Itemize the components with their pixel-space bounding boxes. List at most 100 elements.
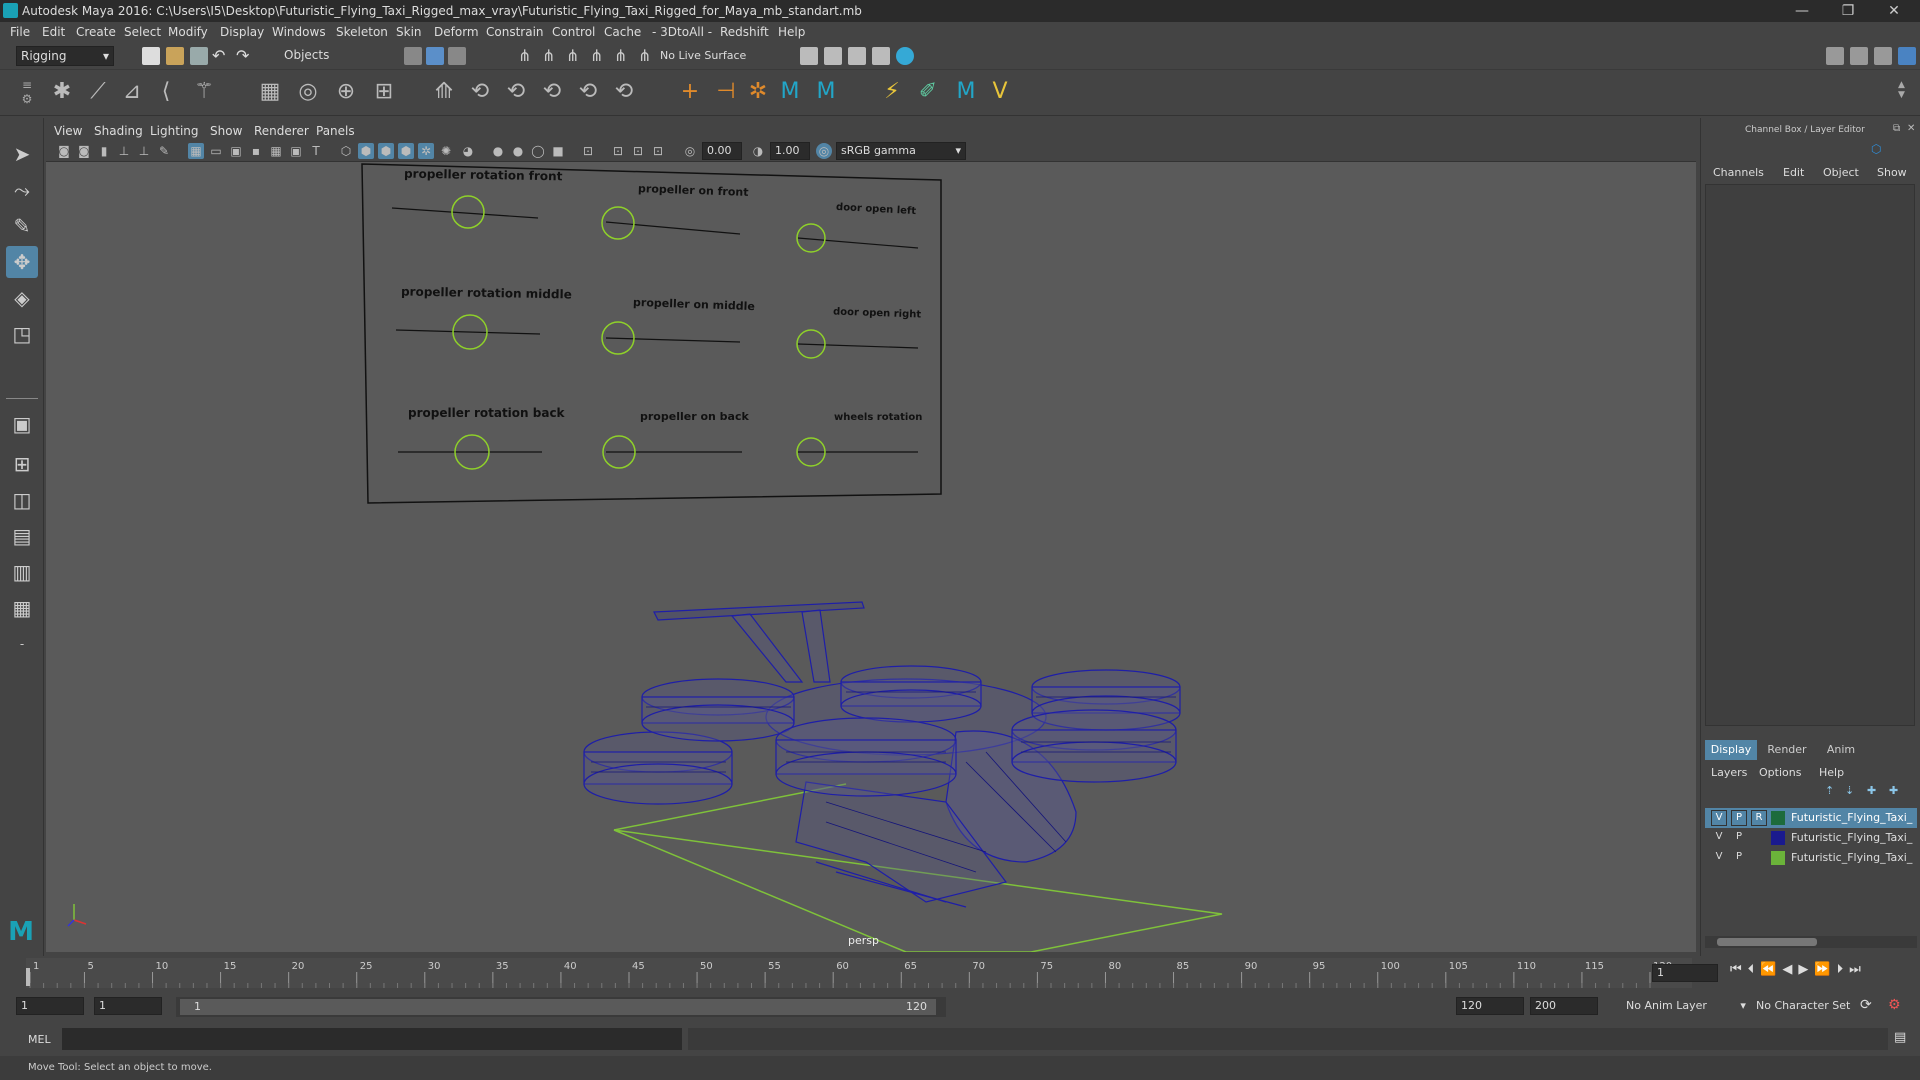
bind-skin-icon[interactable]: ⟰ xyxy=(430,78,458,106)
render-settings-icon[interactable] xyxy=(872,47,890,65)
channel-box-icon[interactable] xyxy=(1898,47,1916,65)
animation-end-field[interactable]: 200 xyxy=(1530,997,1598,1015)
channel-box-tab-object[interactable]: Object xyxy=(1823,166,1859,179)
layer-visibility-toggle[interactable]: V xyxy=(1711,850,1727,866)
perspective-viewport[interactable]: propeller rotation front propeller on fr… xyxy=(46,162,1696,952)
close-button[interactable]: ✕ xyxy=(1872,0,1916,22)
safe-action-icon[interactable]: ▣ xyxy=(288,143,304,159)
script-editor-icon[interactable]: ▤ xyxy=(1894,1030,1906,1045)
snap-view-icon[interactable]: ⋔ xyxy=(590,46,603,65)
wireframe-icon[interactable]: ⬡ xyxy=(338,143,354,159)
layer-menu-help[interactable]: Help xyxy=(1819,766,1844,779)
select-by-hierarchy-icon[interactable] xyxy=(404,47,422,65)
bookmark-icon[interactable]: ▮ xyxy=(96,143,112,159)
menu-skin[interactable]: Skin xyxy=(396,25,422,39)
menu-deform[interactable]: Deform xyxy=(434,25,479,39)
two-d-pan-zoom-icon[interactable]: ⊥ xyxy=(136,143,152,159)
channel-box-toggle-icon[interactable]: ⬡ xyxy=(1871,142,1881,156)
menu-file[interactable]: File xyxy=(10,25,30,39)
gate-mask-icon[interactable]: ▪ xyxy=(248,143,264,159)
selection-mode-dropdown[interactable]: Objects xyxy=(280,46,380,66)
insert-joint-icon[interactable]: ⟋ xyxy=(84,78,112,106)
layer-reference-toggle[interactable] xyxy=(1751,850,1767,866)
smooth-shade-icon[interactable]: ⬢ xyxy=(358,143,374,159)
nonlinear-deformer-icon[interactable]: ⊞ xyxy=(370,78,398,106)
character-set-dropdown[interactable]: No Character Set xyxy=(1756,999,1850,1012)
ik-handle-icon[interactable]: ⊿ xyxy=(118,78,146,106)
layer-scrollbar[interactable] xyxy=(1705,936,1917,948)
lasso-tool-icon[interactable]: ⤳ xyxy=(6,174,38,206)
flying-taxi-model[interactable] xyxy=(583,601,1181,908)
layer-tab-anim[interactable]: Anim xyxy=(1815,740,1867,760)
scale-tool-icon[interactable]: ◳ xyxy=(6,318,38,350)
paint-effects-icon[interactable]: ✐ xyxy=(914,78,942,106)
live-surface-label[interactable]: No Live Surface xyxy=(660,49,746,62)
color-management-icon[interactable]: ◎ xyxy=(816,143,832,159)
range-slider-handle[interactable] xyxy=(180,999,936,1015)
menu-select[interactable]: Select xyxy=(124,25,161,39)
menu-control[interactable]: Control xyxy=(552,25,595,39)
panel-menu-view[interactable]: View xyxy=(54,124,82,138)
layer-visibility-toggle[interactable]: V xyxy=(1711,810,1727,826)
open-scene-icon[interactable] xyxy=(166,47,184,65)
layer-visibility-toggle[interactable]: V xyxy=(1711,830,1727,846)
image-plane-icon[interactable]: ⊥ xyxy=(116,143,132,159)
select-by-component-icon[interactable] xyxy=(448,47,466,65)
layer-row[interactable]: V P Futuristic_Flying_Taxi_ xyxy=(1705,848,1917,868)
menu-modify[interactable]: Modify xyxy=(168,25,208,39)
backface-culling-icon[interactable]: ⊡ xyxy=(650,143,666,159)
isolate-select-icon[interactable]: ■ xyxy=(550,143,566,159)
wireframe-on-shaded-icon[interactable]: ⬢ xyxy=(378,143,394,159)
outliner-layout-icon[interactable]: ▤ xyxy=(6,520,38,552)
snap-curve-icon[interactable]: ⋔ xyxy=(542,46,555,65)
command-input[interactable] xyxy=(62,1028,682,1050)
layer-row[interactable]: V P R Futuristic_Flying_Taxi_ xyxy=(1705,808,1917,828)
select-camera-icon[interactable]: ◙ xyxy=(56,143,72,159)
step-back-key-icon[interactable]: ⏪ xyxy=(1760,962,1782,977)
motion-blur-icon[interactable]: ● xyxy=(490,143,506,159)
layer-name[interactable]: Futuristic_Flying_Taxi_ xyxy=(1791,851,1912,864)
joint-tool-icon[interactable]: ✱ xyxy=(48,78,76,106)
move-layer-down-icon[interactable]: ⇣ xyxy=(1845,784,1854,797)
xray-icon[interactable]: ⊡ xyxy=(580,143,596,159)
rotate-tool-icon[interactable]: ◈ xyxy=(6,282,38,314)
blendshape-icon[interactable]: ⚡ xyxy=(878,78,906,106)
screen-space-ao-icon[interactable]: ◕ xyxy=(460,143,476,159)
float-panel-icon[interactable]: ⧉ xyxy=(1893,123,1900,134)
time-slider-track[interactable]: 1 5 10 15 20 25 30 35 40 45 50 55 60 65 70 75 80 85 90 95 10… xyxy=(26,958,1692,988)
hypershade-icon[interactable] xyxy=(896,47,914,65)
channel-box-tab-edit[interactable]: Edit xyxy=(1783,166,1804,179)
anim-layer-dropdown[interactable]: No Anim Layer ▾ xyxy=(1626,999,1746,1012)
layer-playback-toggle[interactable]: P xyxy=(1731,810,1747,826)
render-view-icon[interactable] xyxy=(800,47,818,65)
paint-weights-icon[interactable]: ⟲ xyxy=(466,78,494,106)
time-slider[interactable]: 1 5 10 15 20 25 30 35 40 45 50 55 60 65 70 75 80 85 90 95 10… xyxy=(0,956,1920,990)
menu-display[interactable]: Display xyxy=(220,25,264,39)
menu-create[interactable]: Create xyxy=(76,25,116,39)
close-panel-icon[interactable]: ✕ xyxy=(1907,123,1915,134)
animation-preferences-icon[interactable]: ⚙ xyxy=(1888,997,1901,1013)
hypergraph-layout-icon[interactable]: ▦ xyxy=(6,592,38,624)
menu-redshift[interactable]: Redshift xyxy=(720,25,769,39)
snap-grid-icon[interactable]: ⋔ xyxy=(518,46,531,65)
animation-start-field[interactable]: 1 xyxy=(16,997,84,1015)
layer-playback-toggle[interactable]: P xyxy=(1731,830,1747,846)
move-layer-up-icon[interactable]: ⇡ xyxy=(1825,784,1834,797)
view-transform-dropdown[interactable]: sRGB gamma ▾ xyxy=(836,142,966,160)
lattice-icon[interactable]: ▦ xyxy=(256,78,284,106)
gamma-field[interactable]: 1.00 xyxy=(770,142,810,160)
xray-joints-icon[interactable]: ⊡ xyxy=(610,143,626,159)
playback-start-field[interactable]: 1 xyxy=(94,997,162,1015)
aim-constraint-icon[interactable]: ⊣ xyxy=(712,78,740,106)
attribute-editor-icon[interactable] xyxy=(1850,47,1868,65)
select-tool-icon[interactable]: ➤ xyxy=(6,138,38,170)
layer-color-swatch[interactable] xyxy=(1771,831,1785,845)
detach-skin-icon[interactable]: ⟲ xyxy=(610,78,638,106)
layer-playback-toggle[interactable]: P xyxy=(1731,850,1747,866)
undo-icon[interactable]: ↶ xyxy=(212,46,225,65)
redo-icon[interactable]: ↷ xyxy=(236,46,249,65)
new-layer-selected-icon[interactable]: ✚ xyxy=(1889,784,1898,797)
menu-constrain[interactable]: Constrain xyxy=(486,25,544,39)
four-pane-layout-icon[interactable]: ⊞ xyxy=(6,448,38,480)
layer-row[interactable]: V P Futuristic_Flying_Taxi_ xyxy=(1705,828,1917,848)
